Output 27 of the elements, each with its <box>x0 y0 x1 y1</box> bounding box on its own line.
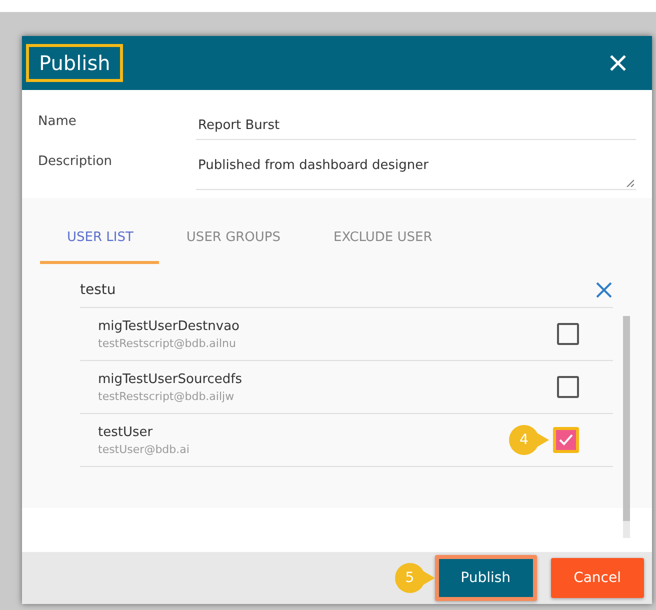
user-name: migTestUserDestnvao <box>98 318 240 334</box>
name-field[interactable]: Report Burst <box>196 114 636 140</box>
search-field[interactable]: testu <box>80 274 613 308</box>
user-name: migTestUserSourcedfs <box>98 372 242 386</box>
checkmark-icon <box>559 434 573 446</box>
description-field[interactable]: Published from dashboard designer <box>196 154 636 190</box>
close-icon[interactable] <box>608 53 628 73</box>
clear-icon[interactable] <box>595 280 613 298</box>
tab[interactable]: EXCLUDE USER <box>306 220 458 264</box>
user-email: testRestscript@bdb.ailjw <box>98 390 236 402</box>
user-name: testUser <box>98 424 154 440</box>
user-email: testRestscript@bdb.ailnu <box>98 336 237 350</box>
step-callout: 4 <box>509 425 539 455</box>
field-label: Description <box>38 154 114 171</box>
step-callout: 5 <box>394 563 425 593</box>
user-email: testUser@bdb.ai <box>98 442 190 456</box>
checkbox[interactable] <box>557 323 579 345</box>
publish-button[interactable]: Publish <box>434 555 537 601</box>
resize-handle-icon[interactable] <box>626 179 634 187</box>
checkbox[interactable] <box>553 427 579 453</box>
search-value: testu <box>80 282 116 298</box>
tab[interactable]: USER LIST <box>40 220 160 264</box>
scrollbar[interactable] <box>623 316 630 538</box>
tab[interactable]: USER GROUPS <box>159 220 307 264</box>
dialog-title: Publish <box>26 44 124 82</box>
checkbox[interactable] <box>557 376 579 398</box>
field-label: Name <box>38 114 78 131</box>
